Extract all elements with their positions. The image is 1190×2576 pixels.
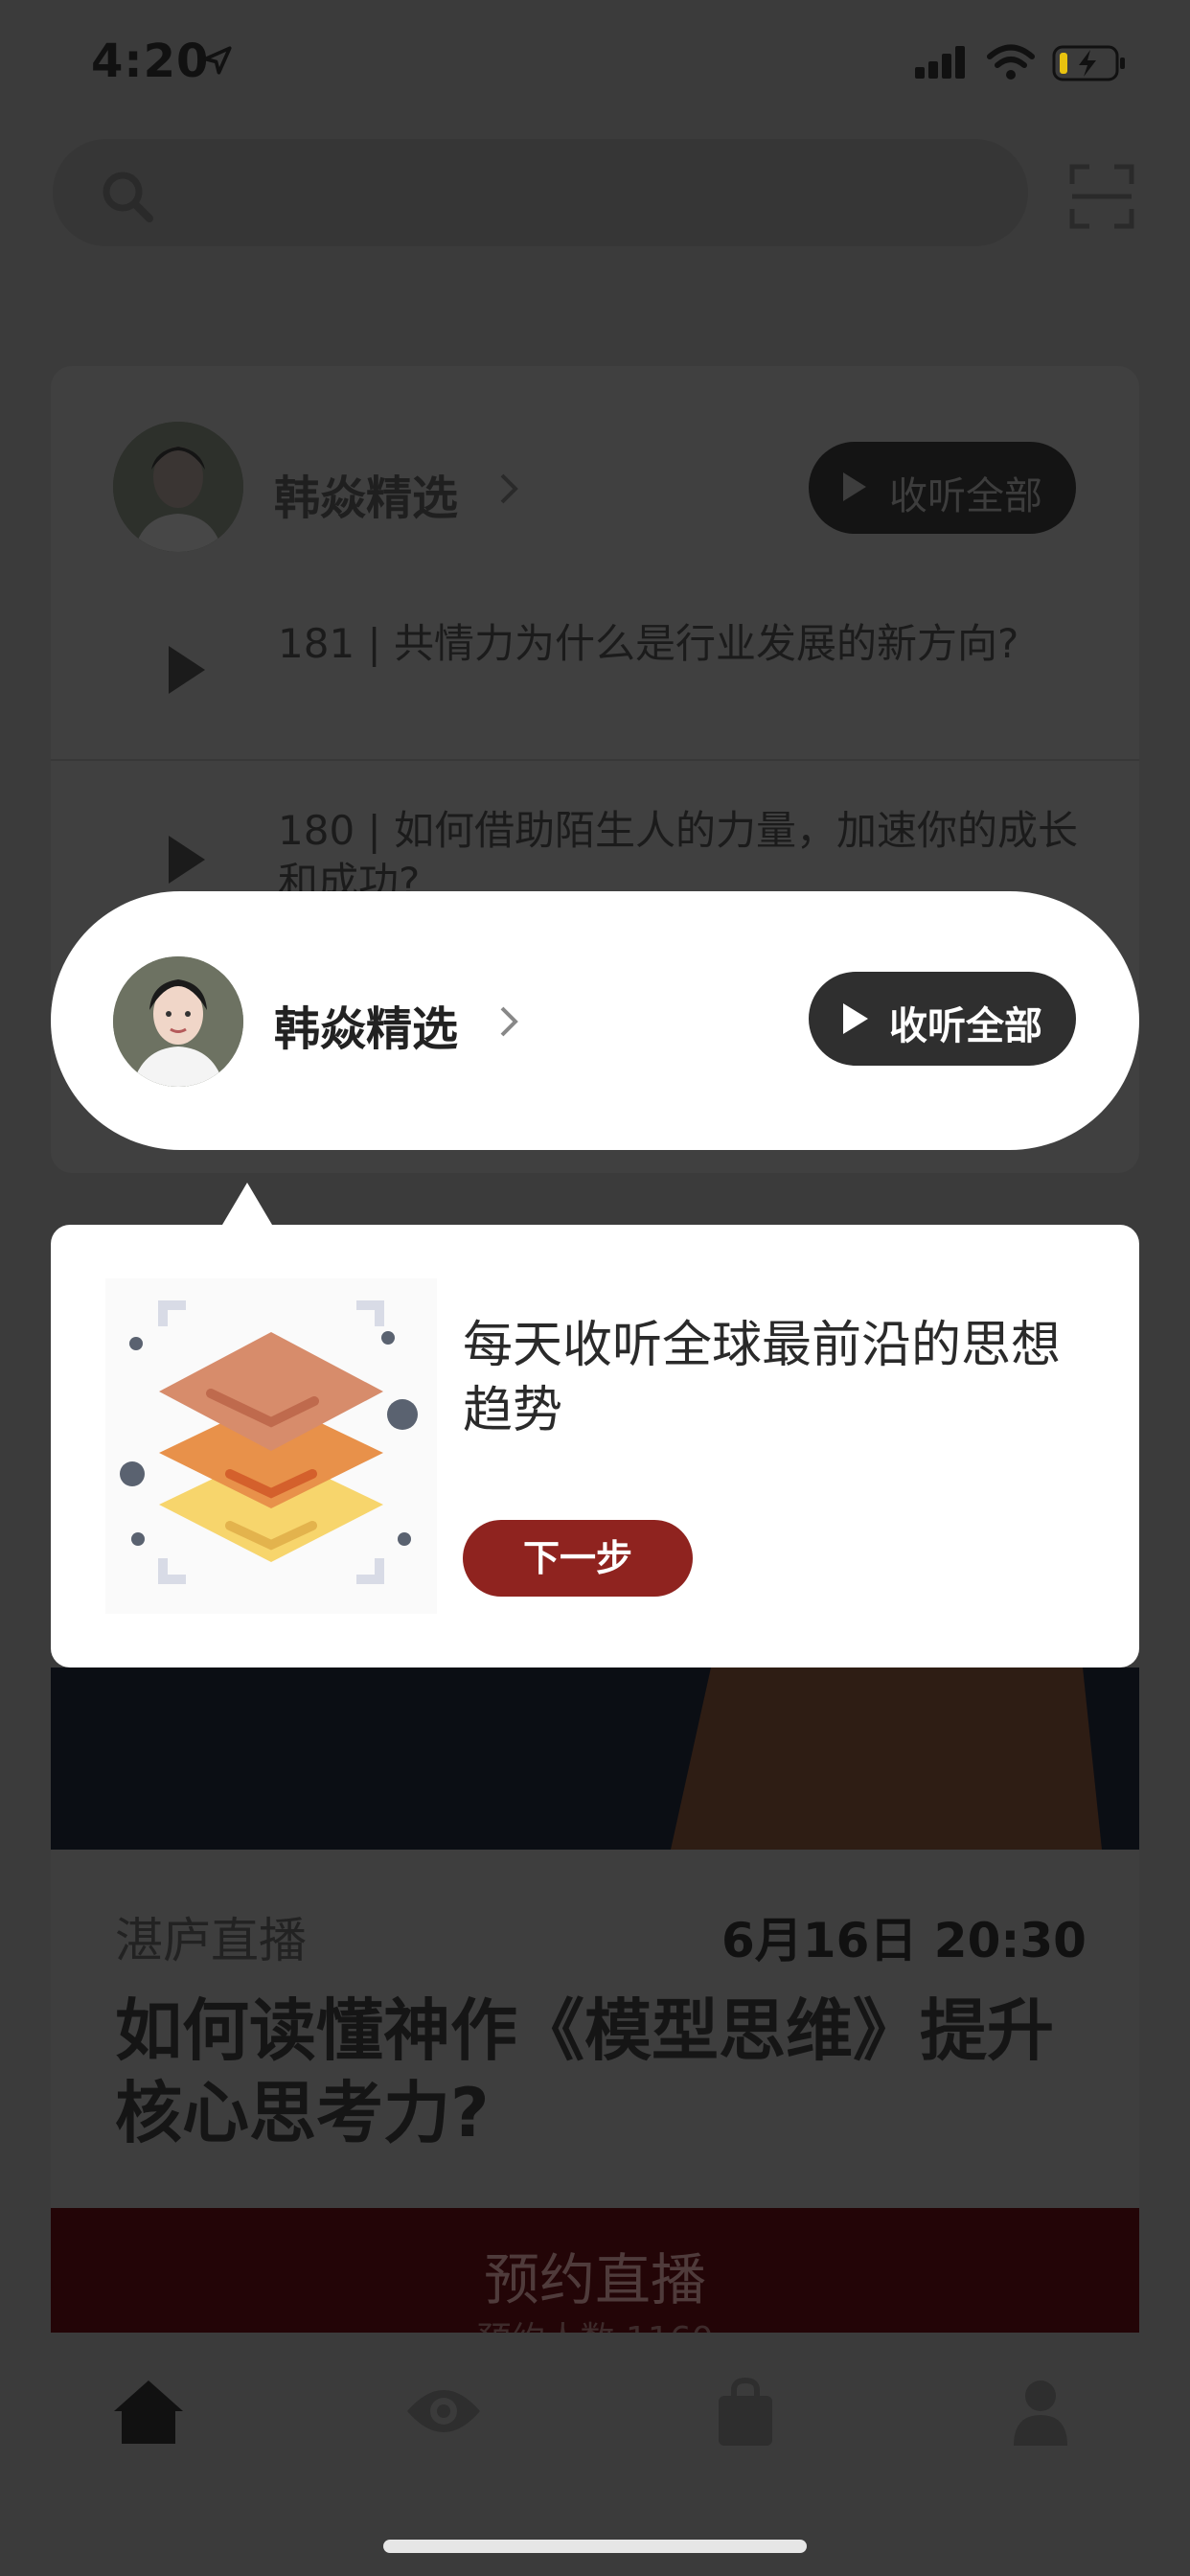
- live-datetime: 6月16日 20:30: [721, 1913, 1087, 1968]
- play-icon: [843, 472, 866, 501]
- location-arrow-icon: [203, 46, 232, 75]
- search-bar[interactable]: [53, 139, 1028, 246]
- chevron-right-icon: [500, 1006, 518, 1037]
- banner-decoration: [671, 1668, 1102, 1850]
- live-channel: 湛庐直播: [115, 1913, 307, 1968]
- listen-all-label: 收听全部: [889, 1004, 1042, 1048]
- next-step-button[interactable]: 下一步: [463, 1520, 693, 1597]
- episode-title[interactable]: 181 | 共情力为什么是行业发展的新方向?: [278, 618, 1102, 670]
- live-title[interactable]: 如何读懂神作《模型思维》提升核心思考力?: [115, 1990, 1073, 2154]
- bag-icon[interactable]: [707, 2373, 784, 2450]
- tooltip-arrow: [222, 1183, 272, 1225]
- profile-icon[interactable]: [1002, 2373, 1079, 2450]
- home-indicator[interactable]: [383, 2540, 807, 2553]
- tooltip-text: 每天收听全球最前沿的思想趋势: [463, 1317, 1062, 1439]
- listen-all-label: 收听全部: [889, 474, 1042, 518]
- layers-illustration: [105, 1278, 437, 1614]
- play-icon: [843, 1003, 868, 1034]
- featured-title[interactable]: 韩焱精选: [274, 460, 458, 527]
- eye-icon[interactable]: [405, 2373, 482, 2450]
- play-icon[interactable]: [167, 834, 207, 886]
- book-live-label: 预约直播: [483, 2247, 706, 2312]
- status-time: 4:20: [91, 34, 210, 88]
- battery-icon: [1052, 45, 1125, 81]
- scan-icon[interactable]: [1068, 163, 1135, 230]
- play-icon[interactable]: [167, 644, 207, 696]
- search-icon: [103, 172, 153, 222]
- avatar: [113, 422, 243, 552]
- divider: [51, 759, 1139, 761]
- featured-title[interactable]: 韩焱精选: [274, 991, 458, 1058]
- home-icon[interactable]: [110, 2373, 187, 2450]
- wifi-icon: [987, 44, 1035, 80]
- signal-icon: [915, 46, 965, 79]
- avatar: [113, 956, 243, 1087]
- chevron-right-icon: [500, 473, 518, 504]
